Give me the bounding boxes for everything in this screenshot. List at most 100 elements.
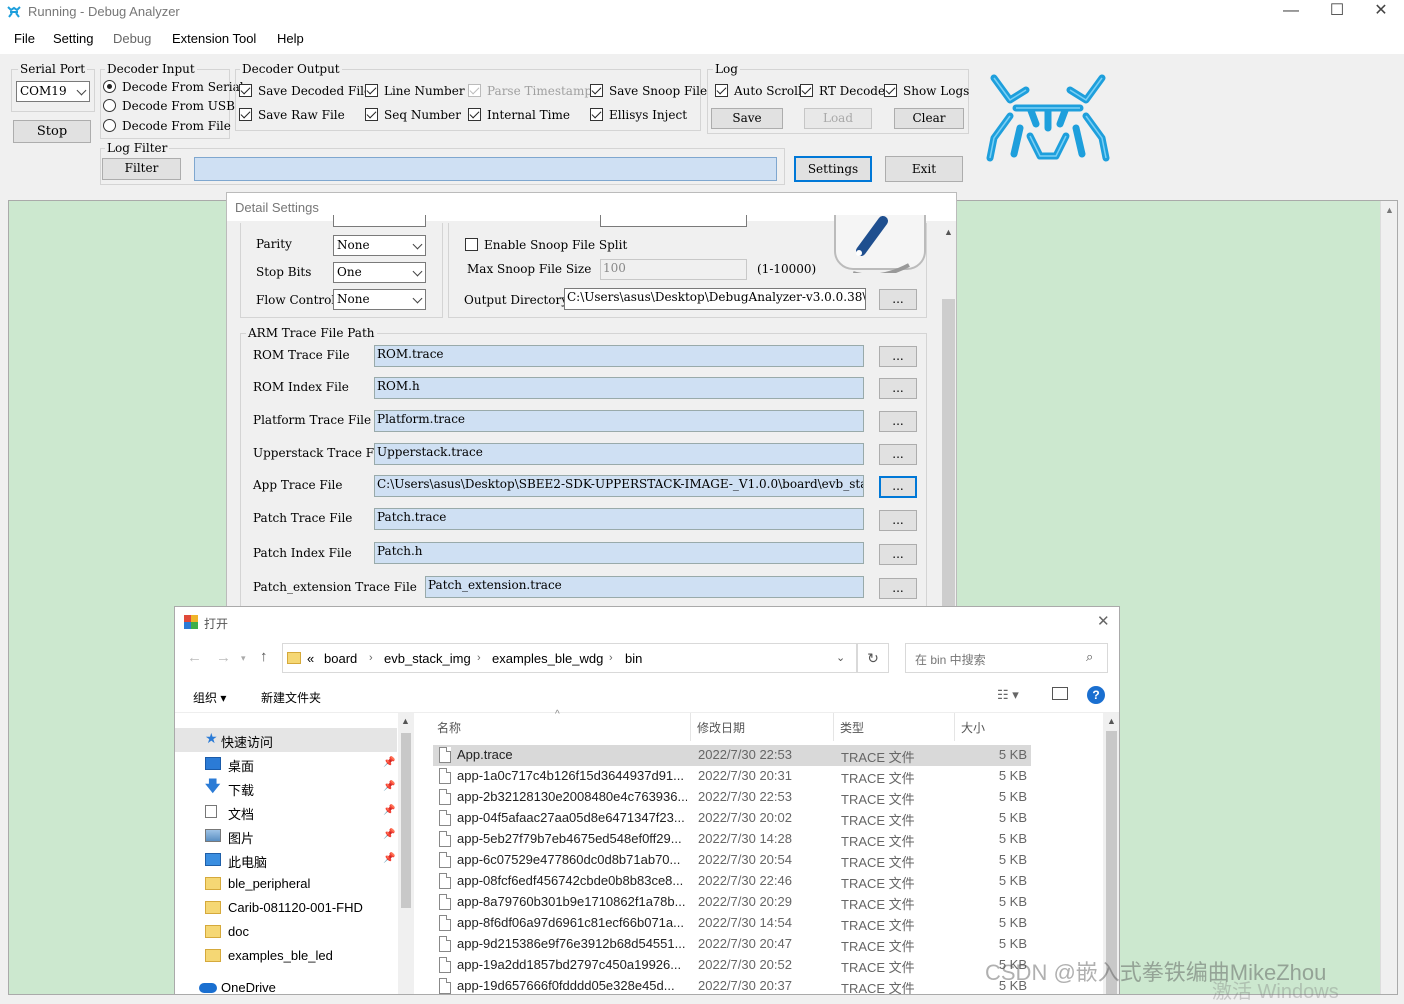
save-decoded-file-checkbox[interactable]: Save Decoded File [239,84,371,98]
minimize-button[interactable]: — [1268,0,1314,24]
rom-trace-input[interactable]: ROM.trace [374,345,864,367]
patch-trace-input[interactable]: Patch.trace [374,508,864,530]
file-row[interactable]: app-19d657666f0fdddd05e328e45d... 2022/7/… [433,976,1031,994]
nav-doc[interactable]: doc [175,920,397,944]
file-row[interactable]: app-08fcf6edf456742cbde0b8b83ce8... 2022/… [433,871,1031,892]
preview-pane-icon[interactable] [1052,687,1068,700]
app-trace-browse-button[interactable]: ... [879,476,917,498]
detail-scroll-thumb[interactable] [942,299,955,611]
auto-scroll-checkbox[interactable]: Auto Scroll [715,84,802,98]
scroll-up-icon[interactable]: ▲ [1385,205,1394,215]
nav-ble-peripheral[interactable]: ble_peripheral [175,872,397,896]
file-list-scrollbar[interactable]: ▲ [1103,713,1119,994]
open-dialog-close-icon[interactable]: ✕ [1097,612,1110,630]
scroll-up-icon[interactable]: ▲ [401,716,410,726]
breadcrumb-overflow[interactable]: « [307,651,314,666]
menu-file[interactable]: File [14,31,35,46]
back-arrow-icon[interactable]: ← [187,649,202,666]
file-row[interactable]: app-6c07529e477860dc0d8b71ab70... 2022/7/… [433,850,1031,871]
upperstack-trace-input[interactable]: Upperstack.trace [374,443,864,465]
log-save-button[interactable]: Save [711,108,783,129]
view-options-icon[interactable]: ☷ ▾ [997,687,1019,703]
breadcrumb-examples-ble-wdg[interactable]: examples_ble_wdg [492,651,603,666]
file-row[interactable]: App.trace 2022/7/30 22:53 TRACE 文件 5 KB [433,745,1031,766]
save-snoop-file-checkbox[interactable]: Save Snoop File [590,84,707,98]
maximize-button[interactable]: ☐ [1314,0,1360,24]
nav-quick-access[interactable]: ★ 快速访问 [175,728,397,752]
platform-trace-input[interactable]: Platform.trace [374,410,864,432]
menu-setting[interactable]: Setting [53,31,93,46]
decode-from-file-radio[interactable]: Decode From File [103,119,231,133]
breadcrumb-bin[interactable]: bin [625,651,642,666]
max-snoop-size-input[interactable]: 100 [600,259,747,280]
enable-snoop-split-checkbox[interactable]: Enable Snoop File Split [465,238,627,252]
column-size[interactable]: 大小 [961,719,985,736]
detail-scrollbar[interactable]: ▲ [940,221,956,611]
refresh-icon[interactable]: ↻ [857,643,889,673]
patch-extension-trace-browse-button[interactable]: ... [879,578,917,599]
parity-select[interactable]: None [333,235,426,256]
patch-trace-browse-button[interactable]: ... [879,510,917,531]
nav-documents[interactable]: 文档 📌 [175,800,397,824]
menu-debug[interactable]: Debug [113,31,151,46]
save-raw-file-checkbox[interactable]: Save Raw File [239,108,345,122]
decode-from-usb-radio[interactable]: Decode From USB [103,99,235,113]
recent-dropdown-icon[interactable]: ▾ [241,653,246,664]
column-type[interactable]: 类型 [840,719,864,736]
address-bar[interactable]: « board › evb_stack_img › examples_ble_w… [282,643,857,673]
decode-from-serial-radio[interactable]: Decode From Serial [103,80,244,94]
exit-button[interactable]: Exit [885,156,963,182]
new-folder-button[interactable]: 新建文件夹 [261,689,321,706]
flow-control-select[interactable]: None [333,289,426,310]
rt-decode-checkbox[interactable]: RT Decode [800,84,885,98]
menu-extension-tool[interactable]: Extension Tool [172,31,256,46]
patch-index-browse-button[interactable]: ... [879,544,917,565]
rom-trace-browse-button[interactable]: ... [879,346,917,367]
file-row[interactable]: app-9d215386e9f76e3912b68d54551... 2022/7… [433,934,1031,955]
filter-button[interactable]: Filter [102,158,181,180]
output-directory-input[interactable]: C:\Users\asus\Desktop\DebugAnalyzer-v3.0… [564,288,866,310]
forward-arrow-icon[interactable]: → [216,649,231,666]
chevron-down-icon[interactable]: ⌄ [836,651,845,664]
rom-index-browse-button[interactable]: ... [879,378,917,399]
file-row[interactable]: app-1a0c717c4b126f15d3644937d91... 2022/7… [433,766,1031,787]
stop-bits-select[interactable]: One [333,262,426,283]
menu-help[interactable]: Help [277,31,304,46]
file-row[interactable]: app-5eb27f79b7eb4675ed548ef0ff29... 2022/… [433,829,1031,850]
seq-number-checkbox[interactable]: Seq Number [365,108,461,122]
nav-carib-folder[interactable]: Carib-081120-001-FHD [175,896,397,920]
column-date[interactable]: 修改日期 [697,719,745,736]
file-row[interactable]: app-8a79760b301b9e1710862f1a78b... 2022/7… [433,892,1031,913]
output-directory-browse-button[interactable]: ... [879,289,917,310]
patch-extension-trace-input[interactable]: Patch_extension.trace [425,576,864,598]
show-logs-checkbox[interactable]: Show Logs [884,84,969,98]
file-row[interactable]: app-8f6df06a97d6961c81ecf66b071a... 2022/… [433,913,1031,934]
stop-button[interactable]: Stop [13,120,91,143]
file-row[interactable]: app-04f5afaac27aa05d8e6471347f23... 2022/… [433,808,1031,829]
platform-trace-browse-button[interactable]: ... [879,411,917,432]
nav-pictures[interactable]: 图片 📌 [175,824,397,848]
nav-examples-ble-led[interactable]: examples_ble_led [175,944,397,968]
nav-this-pc[interactable]: 此电脑 📌 [175,848,397,872]
scroll-up-icon[interactable]: ▲ [944,227,953,237]
serial-port-select[interactable]: COM19 [16,81,90,102]
breadcrumb-evb-stack-img[interactable]: evb_stack_img [384,651,471,666]
internal-time-checkbox[interactable]: Internal Time [468,108,570,122]
breadcrumb-board[interactable]: board [324,651,357,666]
search-box[interactable]: 在 bin 中搜索 ⌕ [905,643,1108,673]
nav-desktop[interactable]: 桌面 📌 [175,752,397,776]
nav-downloads[interactable]: 🡇 下载 📌 [175,776,397,800]
file-row[interactable]: app-2b32128130e2008480e4c763936... 2022/7… [433,787,1031,808]
scroll-up-icon[interactable]: ▲ [1107,716,1116,726]
line-number-checkbox[interactable]: Line Number [365,84,465,98]
column-name[interactable]: 名称 [437,719,461,736]
log-scrollbar[interactable]: ▲ [1380,201,1397,994]
log-clear-button[interactable]: Clear [894,108,964,129]
rom-index-input[interactable]: ROM.h [374,377,864,399]
organize-button[interactable]: 组织 ▾ [193,689,226,706]
search-icon[interactable]: ⌕ [1086,649,1093,665]
up-arrow-icon[interactable]: ↑ [260,648,268,665]
file-row[interactable]: app-19a2dd1857bd2797c450a19926... 2022/7/… [433,955,1031,976]
log-filter-input[interactable] [194,157,777,181]
settings-button[interactable]: Settings [794,156,872,182]
